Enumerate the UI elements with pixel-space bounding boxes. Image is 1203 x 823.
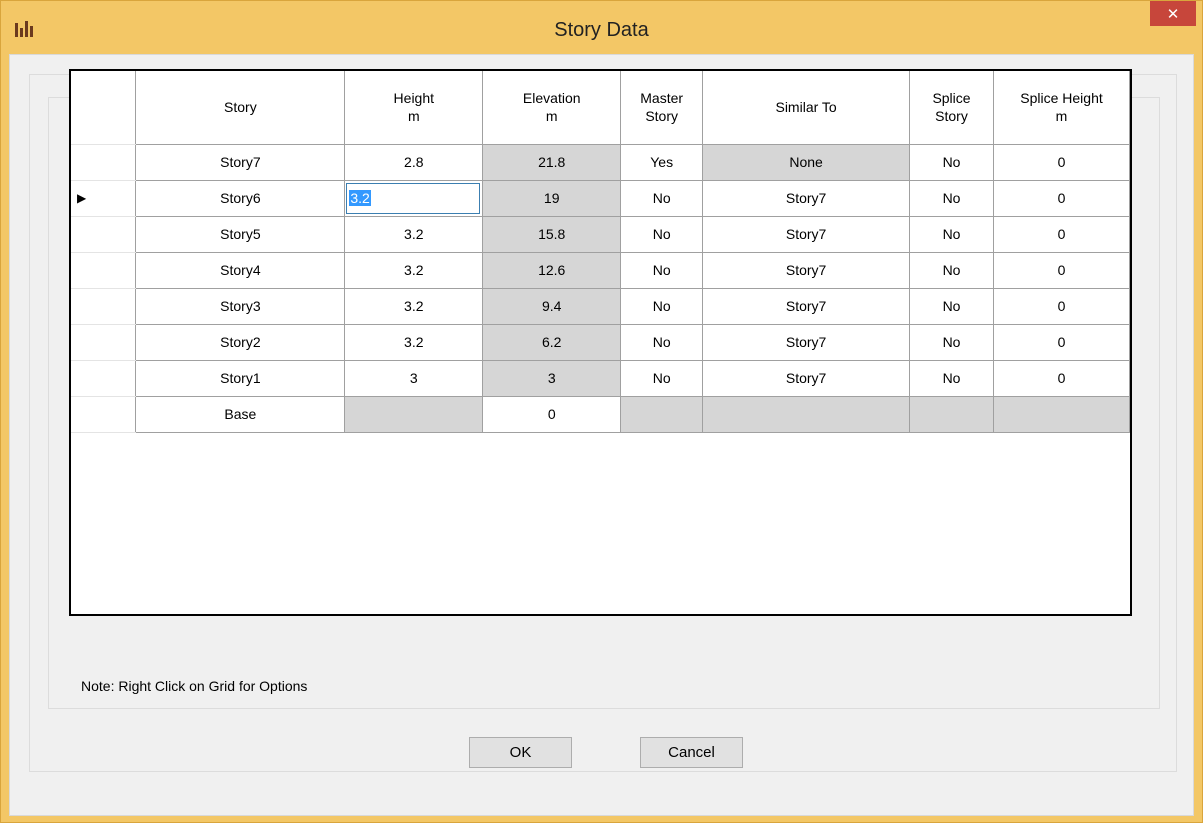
- story-data-dialog: Story Data ✕ Story Height m Elevation m Ma…: [0, 0, 1203, 823]
- cell-elevation: 21.8: [482, 144, 622, 181]
- table-row[interactable]: Story2 3.2 6.2 No Story7 No 0: [71, 324, 1130, 361]
- cell-elevation: 9.4: [482, 288, 622, 325]
- title-bar[interactable]: Story Data ✕: [1, 1, 1202, 54]
- cell-elevation: 3: [482, 360, 622, 397]
- table-row[interactable]: Story1 3 3 No Story7 No 0: [71, 360, 1130, 397]
- cell-similar-to[interactable]: Story7: [702, 360, 911, 397]
- cell-similar-to[interactable]: Story7: [702, 288, 911, 325]
- cell-master-story[interactable]: No: [620, 252, 704, 289]
- cell-splice-story[interactable]: No: [909, 216, 994, 253]
- cell-master-story[interactable]: Yes: [620, 144, 704, 181]
- cell-height[interactable]: 3: [344, 360, 484, 397]
- cell-splice-height[interactable]: 0: [993, 360, 1130, 397]
- column-header-elevation[interactable]: Elevation m: [482, 71, 622, 145]
- column-header-story[interactable]: Story: [135, 71, 346, 145]
- corner-header: [71, 71, 137, 145]
- cell-splice-story[interactable]: No: [909, 144, 994, 181]
- cell-splice-height[interactable]: 0: [993, 288, 1130, 325]
- cell-story[interactable]: Story5: [135, 216, 346, 253]
- column-header-splice-story[interactable]: Splice Story: [909, 71, 994, 145]
- cell-splice-story: [909, 396, 994, 433]
- table-row[interactable]: Base 0: [71, 396, 1130, 433]
- table-row[interactable]: ▶ Story6 3.2 19 No Story7 No 0: [71, 180, 1130, 217]
- column-header-height[interactable]: Height m: [344, 71, 484, 145]
- cell-splice-story[interactable]: No: [909, 252, 994, 289]
- row-header[interactable]: [71, 216, 137, 253]
- cell-elevation[interactable]: 0: [482, 396, 622, 433]
- cell-story[interactable]: Story1: [135, 360, 346, 397]
- cell-story[interactable]: Story3: [135, 288, 346, 325]
- cell-height[interactable]: 3.2: [344, 216, 484, 253]
- table-row[interactable]: Story7 2.8 21.8 Yes None No 0: [71, 144, 1130, 181]
- selected-text: 3.2: [349, 189, 371, 206]
- cell-height[interactable]: 2.8: [344, 144, 484, 181]
- story-grid[interactable]: Story Height m Elevation m Master Story Sim…: [69, 69, 1132, 616]
- cell-splice-height[interactable]: 0: [993, 216, 1130, 253]
- cell-master-story[interactable]: No: [620, 324, 704, 361]
- cell-elevation: 12.6: [482, 252, 622, 289]
- cell-height-editing[interactable]: 3.2: [344, 180, 484, 217]
- row-header[interactable]: [71, 396, 137, 433]
- cell-height: [344, 396, 484, 433]
- ok-button[interactable]: OK: [469, 737, 572, 768]
- table-row[interactable]: Story5 3.2 15.8 No Story7 No 0: [71, 216, 1130, 253]
- cell-elevation: 15.8: [482, 216, 622, 253]
- cell-story[interactable]: Base: [135, 396, 346, 433]
- row-header[interactable]: [71, 288, 137, 325]
- cell-similar-to[interactable]: Story7: [702, 216, 911, 253]
- cell-splice-height[interactable]: 0: [993, 144, 1130, 181]
- row-header[interactable]: [71, 252, 137, 289]
- cell-elevation: 19: [482, 180, 622, 217]
- cell-master-story[interactable]: No: [620, 360, 704, 397]
- cell-master-story[interactable]: No: [620, 216, 704, 253]
- cell-splice-height: [993, 396, 1130, 433]
- cell-splice-story[interactable]: No: [909, 180, 994, 217]
- height-edit-input[interactable]: 3.2: [346, 182, 481, 214]
- cell-splice-story[interactable]: No: [909, 324, 994, 361]
- cell-story[interactable]: Story4: [135, 252, 346, 289]
- table-row[interactable]: Story4 3.2 12.6 No Story7 No 0: [71, 252, 1130, 289]
- cell-master-story[interactable]: No: [620, 180, 704, 217]
- row-header[interactable]: [71, 360, 137, 397]
- cell-height[interactable]: 3.2: [344, 252, 484, 289]
- cell-master-story: [620, 396, 704, 433]
- cell-height[interactable]: 3.2: [344, 288, 484, 325]
- cell-height[interactable]: 3.2: [344, 324, 484, 361]
- current-row-arrow-icon[interactable]: ▶: [71, 180, 137, 217]
- row-header[interactable]: [71, 324, 137, 361]
- grid-note: Note: Right Click on Grid for Options: [81, 678, 308, 694]
- cell-splice-height[interactable]: 0: [993, 252, 1130, 289]
- cell-splice-height[interactable]: 0: [993, 324, 1130, 361]
- row-header[interactable]: [71, 144, 137, 181]
- column-header-similar-to[interactable]: Similar To: [702, 71, 911, 145]
- cell-story[interactable]: Story2: [135, 324, 346, 361]
- table-row[interactable]: Story3 3.2 9.4 No Story7 No 0: [71, 288, 1130, 325]
- cell-similar-to[interactable]: Story7: [702, 180, 911, 217]
- cell-elevation: 6.2: [482, 324, 622, 361]
- window-title: Story Data: [554, 19, 649, 41]
- cancel-button[interactable]: Cancel: [640, 737, 743, 768]
- cell-story[interactable]: Story6: [135, 180, 346, 217]
- header-row: Story Height m Elevation m Master Story Sim…: [71, 71, 1130, 145]
- column-header-master-story[interactable]: Master Story: [620, 71, 704, 145]
- cell-similar-to: [702, 396, 911, 433]
- cell-story[interactable]: Story7: [135, 144, 346, 181]
- cell-master-story[interactable]: No: [620, 288, 704, 325]
- close-icon[interactable]: ✕: [1150, 1, 1196, 26]
- cell-similar-to: None: [702, 144, 911, 181]
- cell-splice-height[interactable]: 0: [993, 180, 1130, 217]
- cell-splice-story[interactable]: No: [909, 360, 994, 397]
- column-header-splice-height[interactable]: Splice Height m: [993, 71, 1130, 145]
- cell-similar-to[interactable]: Story7: [702, 252, 911, 289]
- cell-similar-to[interactable]: Story7: [702, 324, 911, 361]
- cell-splice-story[interactable]: No: [909, 288, 994, 325]
